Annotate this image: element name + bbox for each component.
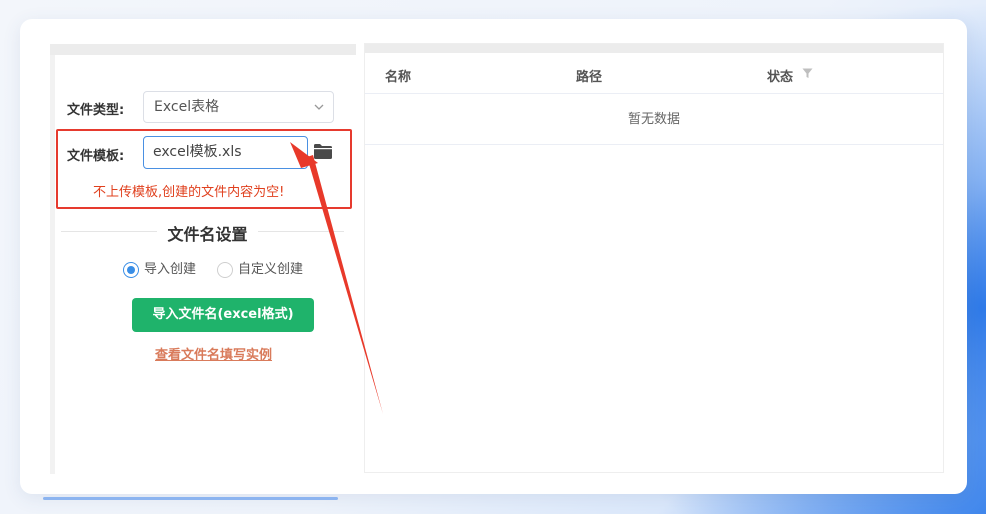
import-filenames-button[interactable]: 导入文件名(excel格式) [132,298,314,332]
filename-settings-title: 文件名设置 [167,225,248,244]
template-label: 文件模板: [67,149,125,164]
divider-right [258,231,344,232]
table-topbar [365,44,943,53]
template-input[interactable]: excel模板.xls [143,136,308,169]
left-panel-topbar [50,44,356,55]
main-card: 文件类型: Excel表格 文件模板: excel模板.xls 不上传模板,创建… [20,19,967,494]
column-header-path: 路径 [576,70,603,85]
column-header-name: 名称 [385,70,412,85]
radio-import-create[interactable] [123,262,139,278]
left-panel-rail [50,55,55,474]
folder-icon[interactable] [313,143,333,160]
left-panel: 文件类型: Excel表格 文件模板: excel模板.xls 不上传模板,创建… [50,44,356,474]
template-warning: 不上传模板,创建的文件内容为空! [93,185,285,200]
table-header: 名称 路径 状态 [365,53,943,94]
divider-left [61,231,157,232]
file-table: 名称 路径 状态 暂无数据 [364,43,944,473]
radio-import-create-label[interactable]: 导入创建 [144,262,196,278]
template-value: excel模板.xls [153,144,242,160]
filename-example-link[interactable]: 查看文件名填写实例 [155,344,272,363]
file-type-select[interactable]: Excel表格 [143,91,334,123]
chevron-down-icon [314,104,324,110]
filter-icon[interactable] [802,68,813,79]
file-type-label: 文件类型: [67,103,125,118]
radio-custom-create-label[interactable]: 自定义创建 [238,262,303,278]
file-type-value: Excel表格 [154,99,220,115]
bottom-accent-bar [43,497,338,500]
radio-custom-create[interactable] [217,262,233,278]
table-empty-row: 暂无数据 [365,95,943,145]
column-header-status: 状态 [767,70,794,85]
